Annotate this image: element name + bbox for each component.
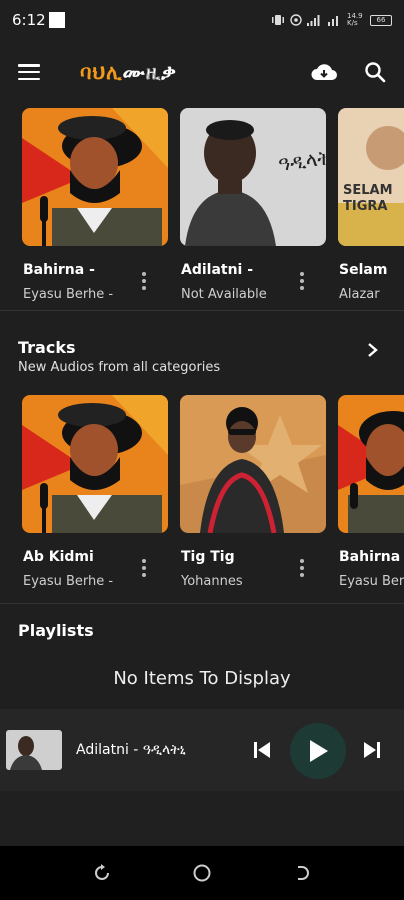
- app-bar: ባህሊሙዚቃ: [0, 40, 404, 104]
- track-title: Ab Kidmi: [23, 549, 94, 565]
- section-title: Tracks: [18, 338, 76, 357]
- notification-icon: [48, 12, 65, 28]
- download-cloud-icon[interactable]: [310, 61, 338, 83]
- more-options-icon[interactable]: [142, 272, 146, 290]
- more-options-icon[interactable]: [300, 272, 304, 290]
- album-title: Bahirna -: [23, 262, 95, 278]
- album-card[interactable]: Bahirna - Eyasu Berhe -: [22, 108, 168, 302]
- section-subtitle: New Audios from all categories: [18, 360, 221, 375]
- track-artist: Eyasu Berh: [339, 574, 404, 589]
- track-card[interactable]: Ab Kidmi Eyasu Berhe -: [22, 395, 168, 589]
- battery-icon: 66: [370, 14, 392, 26]
- status-time: 6:12: [12, 11, 46, 29]
- status-bar: 6:12 14.9 K/s 66: [0, 0, 404, 40]
- now-playing-title: Adilatni - ዓዲላትኒ: [76, 742, 186, 758]
- recent-apps-icon[interactable]: [92, 863, 112, 883]
- playlists-header: Playlists: [18, 621, 388, 640]
- play-button[interactable]: [290, 723, 346, 779]
- section-title: Playlists: [18, 621, 94, 640]
- menu-icon[interactable]: [18, 64, 40, 80]
- hotspot-icon: [290, 14, 302, 26]
- tracks-header: Tracks New Audios from all categories: [18, 338, 388, 375]
- chevron-right-icon[interactable]: [366, 342, 380, 358]
- track-cover: [180, 395, 326, 533]
- album-title: Selam: [339, 262, 388, 278]
- album-artist: Eyasu Berhe -: [23, 287, 114, 302]
- mini-player[interactable]: Adilatni - ዓዲላትኒ: [0, 709, 404, 791]
- more-options-icon[interactable]: [300, 559, 304, 577]
- track-title: Tig Tig: [181, 549, 235, 565]
- cover-text: SELAM TIGRA: [343, 183, 393, 214]
- track-card[interactable]: Tig Tig Yohannes: [180, 395, 326, 589]
- track-artist: Eyasu Berhe -: [23, 574, 114, 589]
- search-icon[interactable]: [364, 61, 386, 83]
- track-artist: Yohannes: [181, 574, 243, 589]
- tracks-carousel: Ab Kidmi Eyasu Berhe - Tig Tig Yohannes: [0, 395, 404, 595]
- album-cover: SELAM TIGRA: [338, 108, 404, 246]
- divider: [0, 603, 404, 604]
- play-icon: [310, 740, 328, 762]
- system-nav-bar: [0, 846, 404, 900]
- album-cover: ዓዲላትነ: [180, 108, 326, 246]
- vibrate-icon: [272, 15, 284, 25]
- signal-icon-2: [328, 16, 338, 26]
- signal-icon: [307, 15, 320, 26]
- featured-carousel: Bahirna - Eyasu Berhe - ዓዲላትነ Adilatni -…: [0, 108, 404, 308]
- net-speed: 14.9 K/s: [347, 12, 363, 27]
- skip-previous-icon[interactable]: [252, 741, 272, 759]
- back-icon[interactable]: [292, 863, 312, 883]
- album-cover: [22, 108, 168, 246]
- album-artist: Not Available: [181, 287, 267, 302]
- home-icon[interactable]: [192, 863, 212, 883]
- divider: [0, 310, 404, 311]
- app-logo: ባህሊሙዚቃ: [80, 60, 177, 84]
- track-cover: [338, 395, 404, 533]
- skip-next-icon[interactable]: [362, 741, 382, 759]
- album-card[interactable]: SELAM TIGRA Selam Alazar: [338, 108, 404, 302]
- track-title: Bahirna -: [339, 549, 404, 565]
- album-title: Adilatni -: [181, 262, 254, 278]
- track-cover: [22, 395, 168, 533]
- album-card[interactable]: ዓዲላትነ Adilatni - Not Available: [180, 108, 326, 302]
- empty-state: No Items To Display: [113, 668, 291, 689]
- track-card[interactable]: Bahirna - Eyasu Berh: [338, 395, 404, 589]
- more-options-icon[interactable]: [142, 559, 146, 577]
- status-icons: 14.9 K/s 66: [271, 13, 392, 27]
- now-playing-thumb: [6, 730, 62, 770]
- album-artist: Alazar: [339, 287, 380, 302]
- bottom-spacer: [0, 791, 404, 846]
